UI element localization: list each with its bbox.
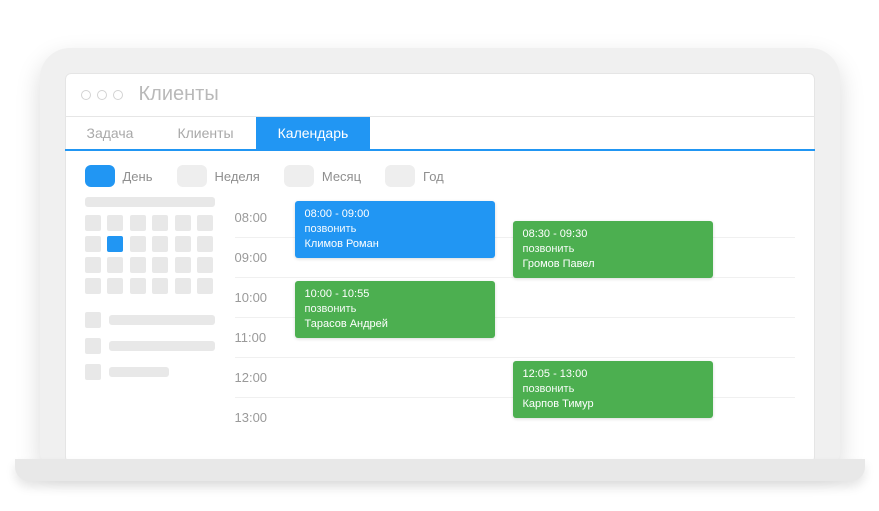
event-client: Громов Павел bbox=[523, 257, 703, 272]
list-item[interactable] bbox=[85, 312, 215, 328]
laptop-frame: Клиенты Задача Клиенты Календарь День Не… bbox=[40, 48, 840, 463]
event-action: позвонить bbox=[305, 222, 485, 237]
view-year-label: Год bbox=[423, 169, 444, 184]
mini-calendar[interactable] bbox=[85, 215, 215, 294]
mini-cal-day[interactable] bbox=[107, 278, 123, 294]
event-time: 08:30 - 09:30 bbox=[523, 227, 703, 242]
time-label: 09:00 bbox=[235, 250, 285, 265]
main-tabs: Задача Клиенты Календарь bbox=[65, 117, 815, 151]
view-day-chip bbox=[85, 165, 115, 187]
tab-tasks[interactable]: Задача bbox=[65, 117, 156, 149]
view-year[interactable]: Год bbox=[385, 165, 444, 187]
list-item[interactable] bbox=[85, 364, 215, 380]
mini-cal-day[interactable] bbox=[85, 236, 101, 252]
view-day[interactable]: День bbox=[85, 165, 153, 187]
view-week[interactable]: Неделя bbox=[177, 165, 260, 187]
mini-cal-day[interactable] bbox=[175, 215, 191, 231]
list-text bbox=[109, 367, 169, 377]
view-switcher: День Неделя Месяц Год bbox=[65, 151, 815, 197]
time-label: 10:00 bbox=[235, 290, 285, 305]
view-week-label: Неделя bbox=[215, 169, 260, 184]
mini-cal-day[interactable] bbox=[197, 215, 213, 231]
event-client: Тарасов Андрей bbox=[305, 317, 485, 332]
minimize-icon[interactable] bbox=[97, 90, 107, 100]
list-text bbox=[109, 315, 215, 325]
event-action: позвонить bbox=[305, 302, 485, 317]
mini-cal-day[interactable] bbox=[85, 215, 101, 231]
calendar-event[interactable]: 08:30 - 09:30позвонитьГромов Павел bbox=[513, 221, 713, 278]
mini-cal-day[interactable] bbox=[197, 257, 213, 273]
window-controls bbox=[81, 90, 123, 100]
tab-clients[interactable]: Клиенты bbox=[155, 117, 255, 149]
mini-cal-day[interactable] bbox=[130, 215, 146, 231]
maximize-icon[interactable] bbox=[113, 90, 123, 100]
mini-cal-day[interactable] bbox=[152, 215, 168, 231]
view-month-label: Месяц bbox=[322, 169, 361, 184]
event-client: Карпов Тимур bbox=[523, 397, 703, 412]
mini-calendar-header bbox=[85, 197, 215, 207]
mini-cal-day[interactable] bbox=[197, 278, 213, 294]
mini-cal-day[interactable] bbox=[85, 278, 101, 294]
day-schedule: 08:00 09:00 10:00 11:00 12:00 13:00 08:0… bbox=[235, 197, 795, 437]
mini-cal-day[interactable] bbox=[152, 257, 168, 273]
time-label: 12:00 bbox=[235, 370, 285, 385]
view-year-chip bbox=[385, 165, 415, 187]
mini-cal-day[interactable] bbox=[152, 236, 168, 252]
mini-cal-day[interactable] bbox=[130, 257, 146, 273]
list-icon bbox=[85, 364, 101, 380]
mini-cal-day[interactable] bbox=[175, 236, 191, 252]
tab-calendar[interactable]: Календарь bbox=[256, 117, 371, 149]
list-icon bbox=[85, 312, 101, 328]
event-time: 08:00 - 09:00 bbox=[305, 207, 485, 222]
app-window: Клиенты Задача Клиенты Календарь День Не… bbox=[65, 73, 815, 463]
mini-cal-day-selected[interactable] bbox=[107, 236, 123, 252]
mini-cal-day[interactable] bbox=[130, 278, 146, 294]
time-label: 13:00 bbox=[235, 410, 285, 425]
list-item[interactable] bbox=[85, 338, 215, 354]
mini-cal-day[interactable] bbox=[197, 236, 213, 252]
close-icon[interactable] bbox=[81, 90, 91, 100]
calendar-event[interactable]: 10:00 - 10:55позвонитьТарасов Андрей bbox=[295, 281, 495, 338]
mini-cal-day[interactable] bbox=[175, 257, 191, 273]
event-client: Климов Роман bbox=[305, 237, 485, 252]
window-title: Клиенты bbox=[139, 83, 219, 106]
time-label: 08:00 bbox=[235, 210, 285, 225]
mini-cal-day[interactable] bbox=[152, 278, 168, 294]
event-action: позвонить bbox=[523, 382, 703, 397]
time-label: 11:00 bbox=[235, 330, 285, 345]
mini-cal-day[interactable] bbox=[130, 236, 146, 252]
mini-cal-day[interactable] bbox=[175, 278, 191, 294]
sidebar bbox=[85, 197, 215, 437]
mini-cal-day[interactable] bbox=[107, 215, 123, 231]
list-text bbox=[109, 341, 215, 351]
view-month-chip bbox=[284, 165, 314, 187]
laptop-base bbox=[15, 459, 865, 481]
events-layer: 08:00 - 09:00позвонитьКлимов Роман08:30 … bbox=[295, 197, 795, 437]
view-day-label: День bbox=[123, 169, 153, 184]
calendar-event[interactable]: 08:00 - 09:00позвонитьКлимов Роман bbox=[295, 201, 495, 258]
event-time: 10:00 - 10:55 bbox=[305, 287, 485, 302]
event-action: позвонить bbox=[523, 242, 703, 257]
mini-cal-day[interactable] bbox=[85, 257, 101, 273]
calendar-event[interactable]: 12:05 - 13:00позвонитьКарпов Тимур bbox=[513, 361, 713, 418]
content-area: 08:00 09:00 10:00 11:00 12:00 13:00 08:0… bbox=[65, 197, 815, 457]
event-time: 12:05 - 13:00 bbox=[523, 367, 703, 382]
window-titlebar: Клиенты bbox=[65, 73, 815, 117]
mini-cal-day[interactable] bbox=[107, 257, 123, 273]
view-week-chip bbox=[177, 165, 207, 187]
list-icon bbox=[85, 338, 101, 354]
view-month[interactable]: Месяц bbox=[284, 165, 361, 187]
